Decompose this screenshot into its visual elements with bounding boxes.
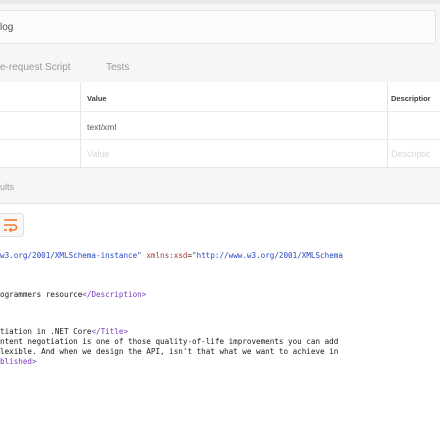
code-line: w3.org/2001/XMLSchema-instance" xmlns:xs…	[0, 251, 343, 260]
code-line: blished>	[0, 357, 37, 366]
results-label[interactable]: ults	[0, 182, 14, 192]
table-row-empty: Value Descriptic	[0, 140, 440, 168]
tab-pre-request-script[interactable]: e-request Script	[0, 62, 71, 73]
wrap-lines-button[interactable]	[0, 213, 24, 237]
description-column-header: Descriptior	[391, 94, 431, 103]
headers-table: Value Descriptior text/xml Value Descrip…	[0, 82, 440, 168]
header-value-cell[interactable]: text/xml	[87, 122, 116, 132]
tab-strip	[0, 0, 440, 4]
table-header-row: Value Descriptior	[0, 82, 440, 112]
code-line: ntent negotiation is one of those qualit…	[0, 337, 339, 346]
response-body: w3.org/2001/XMLSchema-instance" xmlns:xs…	[0, 240, 440, 440]
tab-tests[interactable]: Tests	[106, 62, 129, 73]
request-bar: log	[0, 0, 440, 50]
results-bar: ults	[0, 168, 440, 204]
wrap-lines-icon	[4, 219, 18, 232]
code-line: ogrammers resource</Description>	[0, 290, 147, 299]
value-column-header: Value	[87, 94, 107, 103]
request-subtabs: e-request Script Tests	[0, 50, 440, 82]
table-row: text/xml	[0, 112, 440, 140]
code-line: lexible. And when we design the API, isn…	[0, 347, 339, 356]
code-line: tiation in .NET Core</Title>	[0, 327, 129, 336]
new-description-input[interactable]: Descriptic	[391, 149, 431, 159]
new-value-input[interactable]: Value	[87, 149, 109, 159]
request-url-input[interactable]: log	[0, 10, 436, 44]
request-url-text: log	[0, 22, 14, 33]
